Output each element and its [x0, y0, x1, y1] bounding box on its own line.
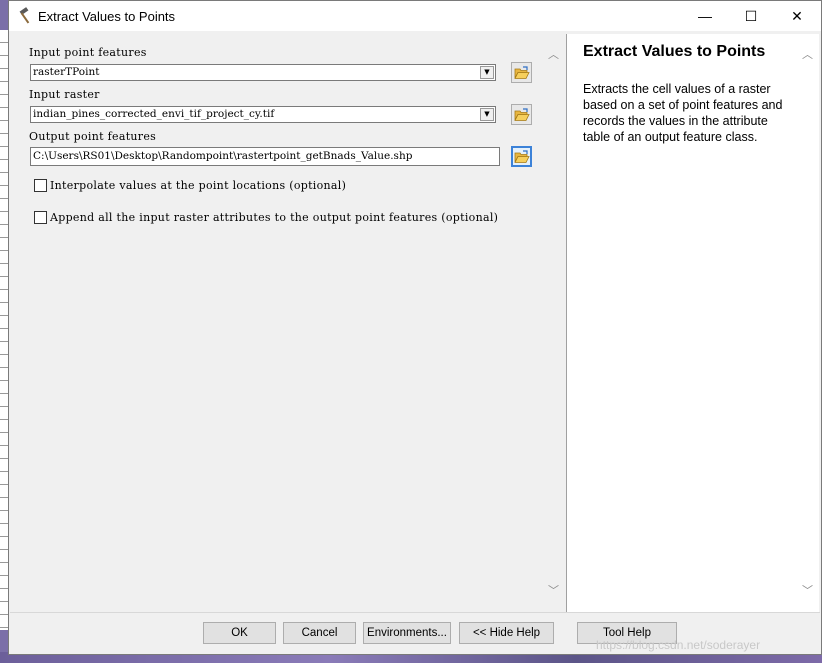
button-bar-divider — [10, 612, 820, 613]
scroll-up-icon[interactable]: ︿ — [802, 46, 813, 62]
environments-button[interactable]: Environments... — [363, 622, 451, 644]
cancel-button[interactable]: Cancel — [283, 622, 356, 644]
interpolate-checkbox[interactable] — [34, 179, 47, 192]
title-bar[interactable]: Extract Values to Points — ☐ ✕ — [9, 1, 821, 31]
browse-input-points-button[interactable] — [511, 62, 532, 83]
minimize-icon: — — [698, 8, 712, 24]
help-pane: Extract Values to Points Extracts the ce… — [566, 34, 819, 612]
hide-help-button[interactable]: << Hide Help — [459, 622, 554, 644]
output-point-features-label: Output point features — [29, 130, 157, 143]
close-button[interactable]: ✕ — [774, 1, 820, 31]
interpolate-label: Interpolate values at the point location… — [50, 179, 347, 192]
input-raster-value: indian_pines_corrected_envi_tif_project_… — [33, 108, 275, 120]
folder-open-icon — [513, 65, 530, 79]
close-icon: ✕ — [791, 7, 803, 24]
browse-output-button[interactable] — [511, 146, 532, 167]
append-attributes-label: Append all the input raster attributes t… — [50, 211, 499, 224]
minimize-button[interactable]: — — [682, 1, 728, 31]
scroll-up-icon[interactable]: ︿ — [548, 46, 559, 62]
parameters-pane: Input point features rasterTPoint ▼ Inpu… — [10, 34, 566, 612]
extract-values-dialog: Extract Values to Points — ☐ ✕ Input poi… — [8, 0, 822, 655]
interpolate-option[interactable]: Interpolate values at the point location… — [34, 179, 346, 192]
folder-open-icon — [513, 149, 530, 163]
help-scrollbar[interactable]: ︿ ﹀ — [800, 34, 816, 612]
append-attributes-option[interactable]: Append all the input raster attributes t… — [34, 211, 498, 224]
input-point-features-label: Input point features — [29, 46, 147, 59]
browse-input-raster-button[interactable] — [511, 104, 532, 125]
chevron-down-icon[interactable]: ▼ — [480, 108, 494, 121]
maximize-button[interactable]: ☐ — [728, 1, 774, 31]
folder-open-icon — [513, 107, 530, 121]
scroll-down-icon[interactable]: ﹀ — [548, 582, 559, 598]
input-point-features-combo[interactable]: rasterTPoint ▼ — [30, 64, 496, 81]
help-description: Extracts the cell values of a raster bas… — [583, 82, 783, 144]
help-title: Extract Values to Points — [583, 43, 766, 60]
window-title: Extract Values to Points — [38, 9, 176, 24]
ok-button[interactable]: OK — [203, 622, 276, 644]
watermark: https://blog.csdn.net/soderayer — [596, 638, 761, 652]
parameters-scrollbar[interactable]: ︿ ﹀ — [546, 34, 562, 612]
scroll-down-icon[interactable]: ﹀ — [802, 582, 813, 598]
input-raster-combo[interactable]: indian_pines_corrected_envi_tif_project_… — [30, 106, 496, 123]
chevron-down-icon[interactable]: ▼ — [480, 66, 494, 79]
hammer-icon — [17, 7, 35, 25]
input-point-features-value: rasterTPoint — [33, 66, 100, 78]
maximize-icon: ☐ — [744, 7, 758, 24]
append-attributes-checkbox[interactable] — [34, 211, 47, 224]
output-point-features-field[interactable]: C:\Users\RS01\Desktop\Randompoint\raster… — [30, 147, 500, 166]
output-point-features-value: C:\Users\RS01\Desktop\Randompoint\raster… — [33, 150, 413, 162]
input-raster-label: Input raster — [29, 88, 100, 101]
